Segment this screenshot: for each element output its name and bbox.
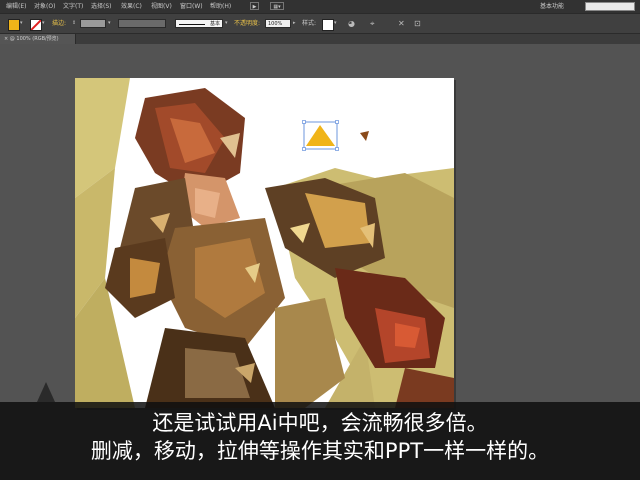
- style-label: 样式:: [302, 20, 317, 27]
- transform-icon[interactable]: ✕: [398, 14, 405, 33]
- menu-effect[interactable]: 效果(C): [121, 0, 142, 13]
- stroke-weight-stepper-icon[interactable]: ⇕: [72, 14, 76, 33]
- low-poly-artwork[interactable]: [75, 78, 454, 408]
- menu-help[interactable]: 帮助(H): [210, 0, 231, 13]
- caption-line-2: 删减，移动，拉伸等操作其实和PPT一样一样的。: [90, 439, 550, 463]
- fill-dropdown-icon[interactable]: ▾: [20, 14, 23, 33]
- menu-bar: 编辑(E) 对象(O) 文字(T) 选择(S) 效果(C) 视图(V) 窗口(W…: [0, 0, 640, 14]
- brush-dropdown-icon[interactable]: ▾: [225, 14, 228, 33]
- stroke-weight-dropdown-icon[interactable]: ▾: [108, 14, 111, 33]
- menu-object[interactable]: 对象(O): [34, 0, 55, 13]
- document-tab[interactable]: × @ 100% (RGB/预览): [0, 34, 76, 44]
- arrange-documents-icon[interactable]: ▦▾: [270, 2, 284, 10]
- stroke-label[interactable]: 描边:: [52, 14, 66, 33]
- help-search-input[interactable]: [585, 2, 635, 11]
- menu-view[interactable]: 视图(V): [151, 0, 172, 13]
- workspace-switcher[interactable]: 基本功能: [540, 0, 564, 13]
- align-icon[interactable]: ⌖: [370, 14, 375, 33]
- brush-name: 基本: [209, 21, 220, 27]
- variable-width-profile[interactable]: [118, 19, 166, 28]
- menu-type[interactable]: 文字(T): [63, 0, 83, 13]
- menu-edit[interactable]: 编辑(E): [6, 0, 26, 13]
- caption-line-1: 还是试试用Ai中吧，会流畅很多倍。: [152, 411, 488, 435]
- opacity-dropdown-icon[interactable]: ▸: [293, 14, 296, 33]
- bridge-icon[interactable]: ▶: [250, 2, 259, 10]
- stroke-dropdown-icon[interactable]: ▾: [42, 14, 45, 33]
- stroke-weight-field[interactable]: [80, 19, 106, 28]
- opacity-label[interactable]: 不透明度:: [234, 14, 260, 33]
- stroke-color-swatch[interactable]: [30, 19, 42, 31]
- brush-definition[interactable]: 基本: [175, 19, 223, 28]
- graphic-style-swatch[interactable]: [322, 19, 334, 31]
- isolate-group-icon[interactable]: ⊡: [414, 14, 421, 33]
- tab-close-icon[interactable]: ×: [4, 36, 8, 42]
- control-bar: ▾ ▾ 描边: ⇕ ▾ 基本 ▾ 不透明度: 100% ▸ 样式: ▾ ◕ ⌖ …: [0, 14, 640, 34]
- opacity-input[interactable]: 100%: [265, 19, 291, 28]
- menu-window[interactable]: 窗口(W): [180, 0, 203, 13]
- document-tab-bar: × @ 100% (RGB/预览): [0, 34, 640, 44]
- slide-marker-triangle: [37, 382, 55, 402]
- document-tab-title: @ 100% (RGB/预览): [9, 36, 59, 42]
- style-dropdown-icon[interactable]: ▾: [334, 14, 337, 33]
- artboard[interactable]: [75, 78, 454, 408]
- fill-color-swatch[interactable]: [8, 19, 20, 31]
- menu-select[interactable]: 选择(S): [91, 0, 112, 13]
- recolor-artwork-icon[interactable]: ◕: [348, 14, 355, 33]
